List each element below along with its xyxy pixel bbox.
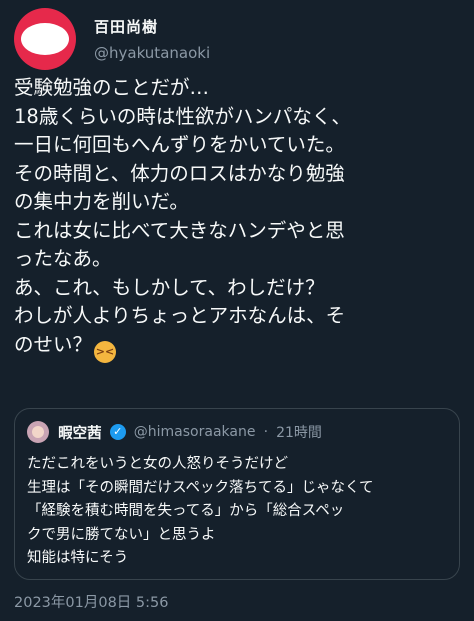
quote-line: 「経験を積む時間を失ってる」から「総合スペッ [27,503,345,519]
quote-avatar[interactable] [27,421,49,443]
quote-line: ただこれをいうと女の人怒りそうだけど [27,456,288,472]
tweet-line: 受験勉強のことだが… [14,76,210,99]
quote-line: 知能は特にそう [27,550,129,566]
quote-author-handle[interactable]: @himasoraakane [134,424,256,440]
author-handle[interactable]: @hyakutanaoki [94,44,210,62]
tweet-line-last-text: のせい？ [14,332,93,356]
tweet-line: の集中力を削いだ。 [14,190,189,213]
quote-header: 暇空茜 ✓ @himasoraakane · 21時間 [27,421,322,443]
tweet-line: わしが人よりちょっとアホなんは、そ [14,304,346,327]
quote-body: ただこれをいうと女の人怒りそうだけど 生理は「その瞬間だけスペック落ちてる」じゃ… [27,453,451,571]
tweet-line: ったなあ。 [14,247,112,270]
tweet-line: これは女に比べて大きなハンデやと思 [14,218,345,242]
quote-separator: · [263,424,269,440]
tweet-line: その時間と、体力のロスはかなり勉強 [14,161,345,185]
quote-line: 生理は「その瞬間だけスペック落ちてる」じゃなくて [27,479,374,496]
quote-time[interactable]: 21時間 [276,425,322,441]
tweet-line-last: のせい？ >< [14,331,466,363]
confounded-face-icon: >< [94,340,117,363]
tweet-line: 18歳くらいの時は性欲がハンパなく、 [14,104,351,128]
tweet-text: 受験勉強のことだが… 18歳くらいの時は性欲がハンパなく、 一日に何回もへんずり… [14,74,466,363]
verified-badge-icon: ✓ [109,424,126,440]
tweet-line: 一日に何回もへんずりをかいていた。 [14,133,345,156]
avatar-white-shape [21,23,69,55]
quoted-tweet[interactable]: 暇空茜 ✓ @himasoraakane · 21時間 ただこれをいうと女の人怒… [14,408,460,580]
tweet-line: あ、これ、もしかして、わしだけ？ [14,275,325,299]
quote-line: クで男に勝てない」と思うよ [27,526,216,543]
author-name[interactable]: 百田尚樹 [94,16,158,37]
tweet-header: 百田尚樹 @hyakutanaoki [14,6,460,70]
quote-author-name[interactable]: 暇空茜 [58,426,102,442]
tweet-timestamp[interactable]: 2023年01月08日 5:56 [14,591,168,612]
author-avatar[interactable] [14,8,76,70]
